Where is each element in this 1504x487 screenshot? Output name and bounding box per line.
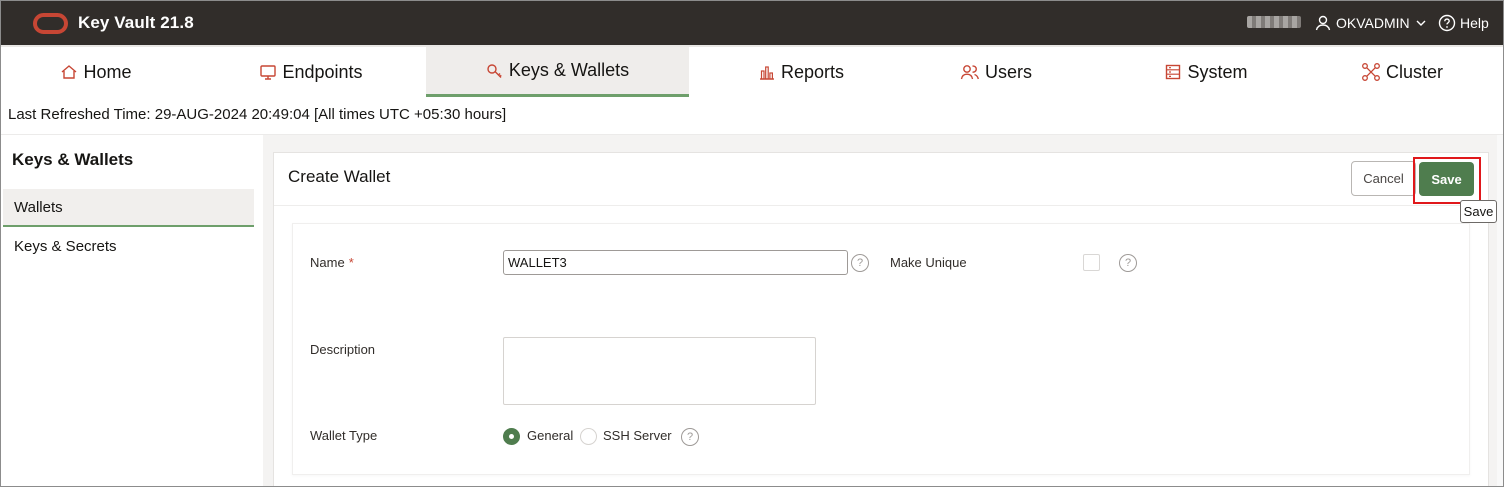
cancel-button[interactable]: Cancel <box>1351 161 1416 196</box>
tab-label: System <box>1187 61 1248 82</box>
save-highlight-box <box>1413 157 1481 204</box>
help-label: Help <box>1460 15 1489 31</box>
app-title: Key Vault 21.8 <box>78 13 194 32</box>
help-circle-icon <box>1438 14 1456 32</box>
bar-chart-icon <box>758 63 776 81</box>
tab-label: Users <box>984 61 1032 82</box>
monitor-icon <box>259 63 277 81</box>
tab-users[interactable]: Users <box>946 47 1046 97</box>
description-label: Description <box>310 342 376 357</box>
user-menu[interactable]: OKVADMIN <box>1315 12 1427 34</box>
radio-general-label: General <box>527 428 574 443</box>
tab-reports[interactable]: Reports <box>736 47 866 97</box>
panel-title: Create Wallet <box>288 167 391 186</box>
tab-system[interactable]: System <box>1141 47 1271 97</box>
radio-ssh-server[interactable] <box>580 428 597 445</box>
users-icon <box>960 63 980 81</box>
server-icon <box>1164 63 1182 81</box>
help-link[interactable]: Help <box>1438 12 1489 34</box>
description-textarea[interactable] <box>503 337 816 405</box>
sidebar-item-keys-secrets[interactable]: Keys & Secrets <box>3 227 254 265</box>
top-bar: Key Vault 21.8 OKVADMIN Help <box>1 1 1503 45</box>
make-unique-checkbox[interactable] <box>1083 254 1100 271</box>
oracle-logo-icon <box>33 13 68 34</box>
wallet-form: Name* ? Make Unique ? Description Wallet… <box>292 223 1470 475</box>
required-marker: * <box>348 255 354 270</box>
wallet-type-help-icon[interactable]: ? <box>681 428 699 446</box>
tab-keys-wallets[interactable]: Keys & Wallets <box>426 47 689 97</box>
chevron-down-icon <box>1415 17 1427 29</box>
tab-cluster[interactable]: Cluster <box>1346 47 1458 97</box>
user-name: OKVADMIN <box>1336 15 1410 31</box>
radio-ssh-server-label: SSH Server <box>603 428 672 443</box>
tab-label: Reports <box>780 61 845 82</box>
panel-divider <box>274 205 1488 206</box>
tab-label: Home <box>83 61 132 82</box>
main-nav: Home Endpoints Keys & Wallets Reports Us <box>1 45 1503 97</box>
create-wallet-panel: Create Wallet Cancel Save Name* ? Make U… <box>273 152 1489 486</box>
tab-label: Cluster <box>1385 61 1443 82</box>
wallet-type-label: Wallet Type <box>310 428 378 443</box>
tab-label: Endpoints <box>282 61 363 82</box>
scrollbar-track[interactable] <box>1497 135 1503 486</box>
cluster-icon <box>1361 62 1381 82</box>
sidebar-title: Keys & Wallets <box>12 150 134 169</box>
name-help-icon[interactable]: ? <box>851 254 869 272</box>
name-input[interactable] <box>503 250 848 275</box>
redacted-text <box>1247 16 1301 28</box>
tab-home[interactable]: Home <box>31 47 161 97</box>
app-window: Key Vault 21.8 OKVADMIN Help Home Endpoi… <box>0 0 1504 487</box>
make-unique-help-icon[interactable]: ? <box>1119 254 1137 272</box>
user-icon <box>1315 15 1331 31</box>
tab-endpoints[interactable]: Endpoints <box>241 47 381 97</box>
name-label: Name * <box>310 255 354 270</box>
last-refreshed-text: Last Refreshed Time: 29-AUG-2024 20:49:0… <box>8 106 507 123</box>
home-icon <box>60 63 78 81</box>
make-unique-label: Make Unique <box>890 255 967 270</box>
sidebar-item-label: Keys & Secrets <box>14 237 117 255</box>
radio-general[interactable] <box>503 428 520 445</box>
tab-label: Keys & Wallets <box>508 60 630 80</box>
save-tooltip: Save <box>1460 200 1497 223</box>
key-icon <box>486 62 504 80</box>
sidebar-item-label: Wallets <box>14 198 63 216</box>
sidebar-item-wallets[interactable]: Wallets <box>3 189 254 227</box>
